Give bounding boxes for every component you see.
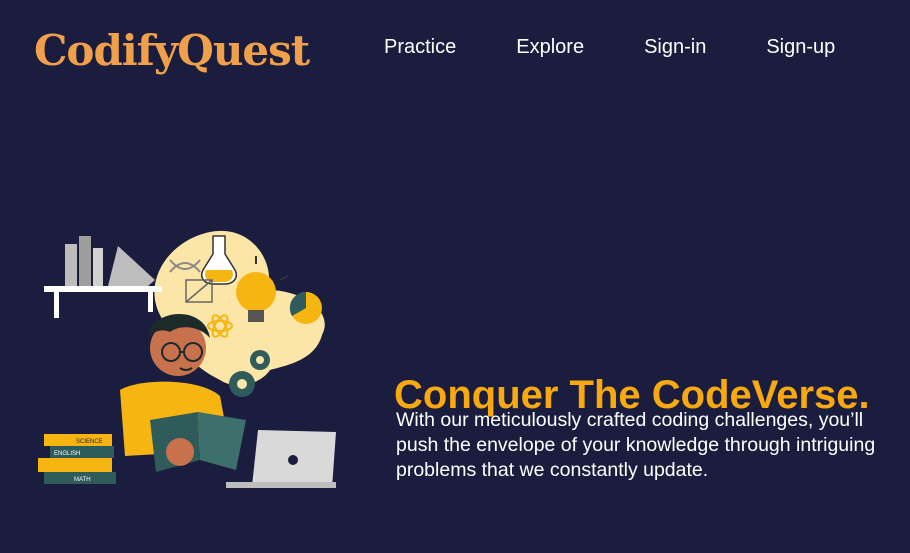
brand-logo[interactable]: CodifyQuest	[34, 26, 310, 75]
nav-sign-up-link[interactable]: Sign-up	[766, 36, 835, 59]
svg-text:MATH: MATH	[74, 477, 91, 483]
svg-text:SCIENCE: SCIENCE	[76, 439, 103, 445]
pie-chart-icon	[289, 291, 322, 324]
book-stack: SCIENCE ENGLISH MATH	[38, 434, 116, 484]
top-nav: Practice Explore Sign-in Sign-up	[384, 36, 835, 59]
hero-illustration: SCIENCE ENGLISH MATH	[38, 230, 336, 488]
nav-practice-link[interactable]: Practice	[384, 36, 456, 59]
svg-text:ENGLISH: ENGLISH	[54, 451, 80, 457]
hero-description: With our meticulously crafted coding cha…	[396, 409, 876, 481]
shelf	[44, 286, 162, 292]
laptop-icon	[226, 430, 336, 488]
nav-sign-in-link[interactable]: Sign-in	[644, 36, 706, 59]
nav-explore-link[interactable]: Explore	[516, 36, 584, 59]
